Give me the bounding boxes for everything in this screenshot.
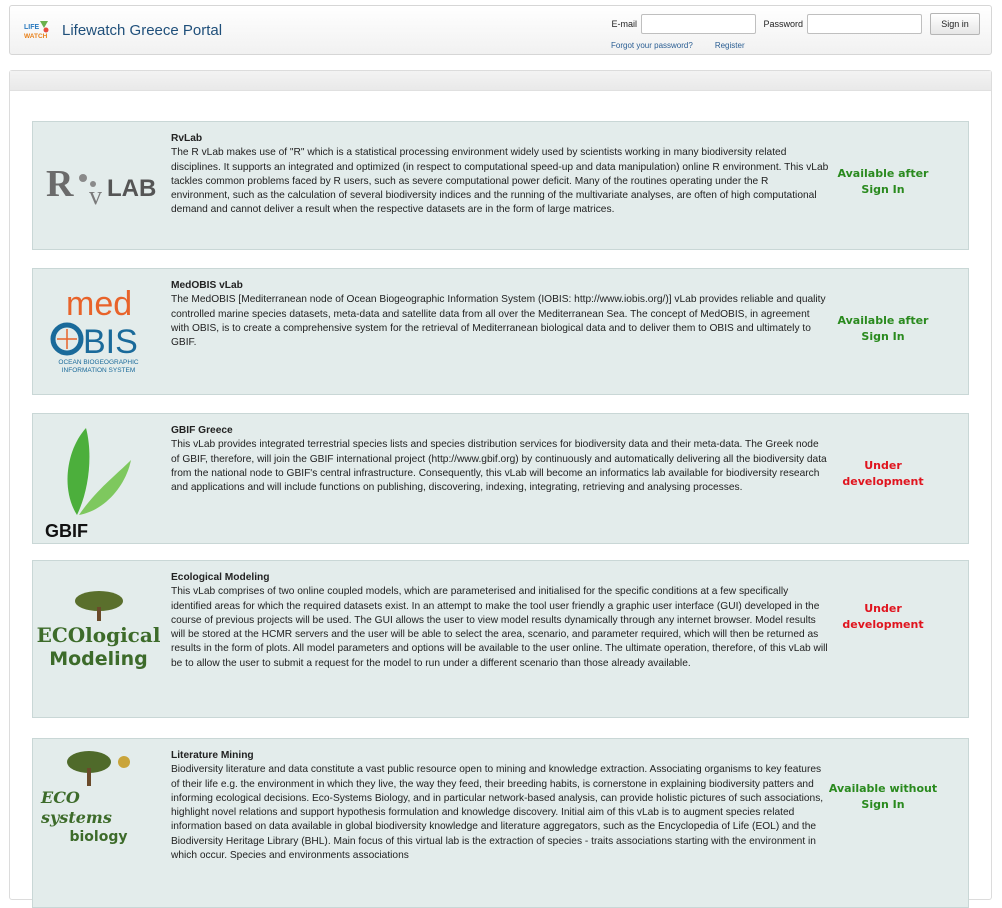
gbif-leaf-icon: GBIF bbox=[45, 428, 131, 541]
vlab-title[interactable]: GBIF Greece bbox=[171, 424, 829, 438]
vlab-card-gbif: GBIF GBIF Greece This vLab provides inte… bbox=[32, 413, 969, 544]
medobis-logo-line4: INFORMATION SYSTEM bbox=[61, 367, 136, 374]
svg-text:R: R bbox=[46, 163, 74, 205]
medobis-logo[interactable]: med BIS OCEAN BIOGEOGRAPHIC INFORMATION … bbox=[41, 277, 156, 387]
svg-text:med: med bbox=[66, 285, 132, 323]
vlab-card-ecological-modeling: ECOlogical Modeling Ecological Modeling … bbox=[32, 560, 969, 718]
gbif-logo[interactable]: GBIF bbox=[41, 420, 156, 542]
password-label: Password bbox=[763, 19, 803, 29]
rvlab-logo[interactable]: R v LAB bbox=[41, 144, 156, 224]
vlab-description: The MedOBIS [Mediterranean node of Ocean… bbox=[171, 294, 826, 349]
email-label: E-mail bbox=[611, 19, 637, 29]
ecosystems-logo-line1: ECO systems bbox=[41, 788, 112, 827]
ecological-logo-line1: ECOlogical bbox=[36, 623, 161, 647]
ecosystems-biology-logo[interactable]: ECO systems biology bbox=[41, 747, 156, 847]
svg-text:WATCH: WATCH bbox=[24, 33, 48, 40]
top-navbar: LIFE WATCH Lifewatch Greece Portal E-mai… bbox=[9, 5, 992, 55]
ecological-logo-line2: Modeling bbox=[49, 648, 148, 670]
vlab-description: This vLab provides integrated terrestria… bbox=[171, 439, 827, 494]
panel-header bbox=[10, 71, 991, 91]
vlab-description: This vLab comprises of two online couple… bbox=[171, 586, 828, 669]
ecosystems-logo-line2: biology bbox=[69, 829, 128, 845]
register-link[interactable]: Register bbox=[715, 41, 745, 50]
gbif-wordmark: GBIF bbox=[45, 521, 88, 541]
vlab-title[interactable]: Literature Mining bbox=[171, 749, 829, 763]
status-badge: Under development bbox=[842, 602, 924, 631]
vlabs-panel: R v LAB RvLab The R vLab makes use of "R… bbox=[9, 70, 992, 908]
svg-text:LIFE: LIFE bbox=[24, 24, 39, 31]
status-badge: Available without Sign In bbox=[828, 782, 938, 811]
tree-icon bbox=[74, 591, 123, 621]
login-form: E-mail Password Sign in Forgot your pass… bbox=[603, 13, 980, 50]
ecological-modeling-logo[interactable]: ECOlogical Modeling bbox=[37, 575, 160, 685]
lifewatch-logo-icon: LIFE WATCH bbox=[24, 21, 49, 40]
sign-in-button[interactable]: Sign in bbox=[930, 13, 980, 35]
status-badge: Under development bbox=[842, 459, 924, 488]
status-badge: Available after Sign In bbox=[837, 314, 929, 343]
brand[interactable]: LIFE WATCH Lifewatch Greece Portal bbox=[24, 19, 222, 41]
vlab-title[interactable]: Ecological Modeling bbox=[171, 571, 829, 585]
vlab-title[interactable]: RvLab bbox=[171, 132, 829, 146]
vlab-description: The R vLab makes use of "R" which is a s… bbox=[171, 147, 829, 216]
portal-title: Lifewatch Greece Portal bbox=[62, 21, 223, 39]
password-field[interactable] bbox=[807, 14, 922, 34]
forgot-password-link[interactable]: Forgot your password? bbox=[611, 41, 693, 50]
vlab-description: Biodiversity literature and data constit… bbox=[171, 764, 824, 862]
status-badge: Available after Sign In bbox=[837, 167, 929, 196]
svg-text:BIS: BIS bbox=[83, 323, 138, 361]
email-field[interactable] bbox=[641, 14, 756, 34]
vlab-card-literature-mining: ECO systems biology Literature Mining Bi… bbox=[32, 738, 969, 908]
svg-text:LAB: LAB bbox=[107, 175, 156, 202]
medobis-logo-line3: OCEAN BIOGEOGRAPHIC bbox=[58, 359, 139, 366]
rvlab-logo-icon: R v LAB bbox=[46, 163, 156, 210]
vlab-card-medobis: med BIS OCEAN BIOGEOGRAPHIC INFORMATION … bbox=[32, 268, 969, 395]
vlab-title[interactable]: MedOBIS vLab bbox=[171, 279, 829, 293]
vlab-card-rvlab: R v LAB RvLab The R vLab makes use of "R… bbox=[32, 121, 969, 250]
svg-text:v: v bbox=[89, 181, 102, 210]
tree-icon bbox=[66, 751, 130, 786]
